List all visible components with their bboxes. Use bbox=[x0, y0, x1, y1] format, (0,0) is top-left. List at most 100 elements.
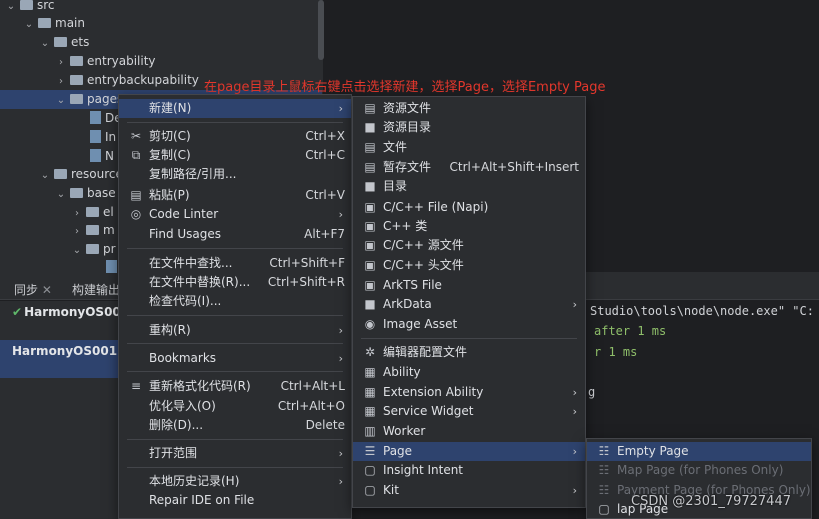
tree-item-media[interactable]: › m bbox=[70, 221, 115, 240]
menu-label: Empty Page bbox=[617, 444, 689, 458]
tree-scrollbar[interactable] bbox=[318, 0, 324, 60]
chevron-down-icon: ⌄ bbox=[6, 1, 16, 12]
menu-item-optimize-imports[interactable]: 优化导入(O) Ctrl+Alt+O bbox=[119, 397, 351, 416]
menu-item-replace-in-files[interactable]: 在文件中替换(R)... Ctrl+Shift+R bbox=[119, 273, 351, 292]
ability-icon: ▦ bbox=[364, 365, 376, 379]
menu-item-page[interactable]: ☰ Page › bbox=[353, 442, 585, 461]
menu-item-editorconfig[interactable]: ✲ 编辑器配置文件 bbox=[353, 343, 585, 362]
menu-item-empty-page[interactable]: ☷ Empty Page bbox=[587, 442, 811, 461]
menu-item-arkdata[interactable]: ■ ArkData › bbox=[353, 295, 585, 314]
tree-item-element[interactable]: › el bbox=[70, 203, 114, 222]
tab-label: 同步 bbox=[14, 283, 39, 297]
menu-item-code-linter[interactable]: ◎ Code Linter › bbox=[119, 205, 351, 224]
menu-item-reformat-code[interactable]: ≡ 重新格式化代码(R) Ctrl+Alt+L bbox=[119, 377, 351, 396]
tree-item-base[interactable]: ⌄ base bbox=[54, 184, 116, 203]
menu-label: Extension Ability bbox=[383, 385, 484, 399]
menu-item-inspect-code[interactable]: 检查代码(I)... bbox=[119, 292, 351, 311]
check-icon: ✔ bbox=[12, 305, 23, 319]
menu-item-worker[interactable]: ▥ Worker bbox=[353, 422, 585, 441]
menu-item-find-in-files[interactable]: 在文件中查找... Ctrl+Shift+F bbox=[119, 254, 351, 273]
menu-shortcut: Alt+F7 bbox=[304, 227, 345, 241]
page-template-icon: ☷ bbox=[598, 483, 610, 497]
menu-item-insight-intent[interactable]: ▢ Insight Intent bbox=[353, 461, 585, 480]
menu-item-new[interactable]: 新建(N) › bbox=[119, 99, 351, 118]
menu-item-kit[interactable]: ▢ Kit › bbox=[353, 481, 585, 500]
menu-item-scratch-file[interactable]: ▤ 暂存文件 Ctrl+Alt+Shift+Insert bbox=[353, 158, 585, 177]
tree-item-src[interactable]: ⌄ src bbox=[4, 0, 55, 15]
menu-item-cpp-source[interactable]: ▣ C/C++ 源文件 bbox=[353, 236, 585, 255]
menu-item-file[interactable]: ▤ 文件 bbox=[353, 138, 585, 157]
extension-icon: ▦ bbox=[364, 385, 376, 399]
menu-item-ability[interactable]: ▦ Ability bbox=[353, 363, 585, 382]
menu-item-refactor[interactable]: 重构(R) › bbox=[119, 321, 351, 340]
annotation-text: 在page目录上鼠标右键点击选择新建，选择Page，选择Empty Page bbox=[204, 80, 606, 95]
chevron-right-icon: › bbox=[338, 324, 343, 337]
kit-icon: ▢ bbox=[364, 483, 376, 497]
tab-build-output[interactable]: 构建输出 bbox=[72, 281, 120, 298]
menu-item-copy[interactable]: ⧉ 复制(C) Ctrl+C bbox=[119, 146, 351, 165]
menu-label: 复制(C) bbox=[149, 148, 191, 162]
menu-shortcut: Ctrl+Shift+R bbox=[267, 275, 345, 289]
menu-item-cut[interactable]: ✂ 剪切(C) Ctrl+X bbox=[119, 127, 351, 146]
copy-icon: ⧉ bbox=[131, 148, 141, 162]
menu-item-map-page[interactable]: ☷ Map Page (for Phones Only) bbox=[587, 461, 811, 480]
tree-item-file[interactable]: In bbox=[90, 128, 116, 147]
tree-item-label: N bbox=[105, 149, 114, 163]
menu-item-directory[interactable]: ■ 目录 bbox=[353, 177, 585, 196]
menu-item-arkts-file[interactable]: ▣ ArkTS File bbox=[353, 276, 585, 295]
menu-item-image-asset[interactable]: ◉ Image Asset bbox=[353, 315, 585, 334]
menu-label: Bookmarks bbox=[149, 351, 217, 365]
tab-sync[interactable]: 同步 ✕ bbox=[14, 281, 52, 298]
menu-item-resource-file[interactable]: ▤ 资源文件 bbox=[353, 99, 585, 118]
menu-label: 在文件中替换(R)... bbox=[149, 275, 251, 289]
tree-item-entrybackupability[interactable]: › entrybackupability bbox=[54, 71, 199, 90]
menu-item-cpp-napi[interactable]: ▣ C/C++ File (Napi) bbox=[353, 198, 585, 217]
menu-item-bookmarks[interactable]: Bookmarks › bbox=[119, 349, 351, 368]
folder-icon: ■ bbox=[364, 120, 376, 134]
menu-label: 目录 bbox=[383, 179, 408, 193]
folder-icon bbox=[70, 94, 83, 104]
folder-icon bbox=[86, 225, 99, 235]
menu-label: 粘贴(P) bbox=[149, 188, 190, 202]
run-item[interactable]: ✔HarmonyOS001 [O bbox=[0, 302, 118, 328]
menu-separator bbox=[127, 248, 343, 249]
menu-item-cpp-header[interactable]: ▣ C/C++ 头文件 bbox=[353, 256, 585, 275]
tree-item-main[interactable]: ⌄ main bbox=[22, 14, 85, 33]
menu-separator bbox=[127, 343, 343, 344]
menu-item-find-usages[interactable]: Find Usages Alt+F7 bbox=[119, 225, 351, 244]
menu-item-open-in[interactable]: 打开范围 › bbox=[119, 444, 351, 463]
menu-item-service-widget[interactable]: ▦ Service Widget › bbox=[353, 402, 585, 421]
menu-shortcut: Ctrl+X bbox=[305, 129, 345, 143]
chevron-right-icon: › bbox=[572, 405, 577, 418]
menu-item-paste[interactable]: ▤ 粘贴(P) Ctrl+V bbox=[119, 186, 351, 205]
menu-item-extension-ability[interactable]: ▦ Extension Ability › bbox=[353, 383, 585, 402]
menu-label: Insight Intent bbox=[383, 463, 464, 477]
tree-item-file[interactable]: N bbox=[90, 147, 114, 166]
menu-item-repair-ide[interactable]: Repair IDE on File bbox=[119, 491, 351, 510]
folder-icon bbox=[20, 0, 33, 10]
menu-item-copy-path[interactable]: 复制路径/引用... bbox=[119, 165, 351, 184]
menu-shortcut: Ctrl+Alt+O bbox=[277, 399, 345, 413]
menu-item-resource-dir[interactable]: ■ 资源目录 bbox=[353, 118, 585, 137]
tree-item-ets[interactable]: ⌄ ets bbox=[38, 33, 90, 52]
menu-shortcut: Ctrl+C bbox=[305, 148, 345, 162]
menu-item-cpp-class[interactable]: ▣ C++ 类 bbox=[353, 217, 585, 236]
tab-label: 构建输出 bbox=[72, 283, 121, 297]
menu-label: Find Usages bbox=[149, 227, 222, 241]
tree-item-label: pr bbox=[103, 242, 116, 256]
chevron-right-icon: › bbox=[338, 475, 343, 488]
menu-separator bbox=[361, 338, 577, 339]
folder-icon bbox=[70, 56, 83, 66]
run-item-selected[interactable]: HarmonyOS001 [b bbox=[0, 340, 118, 370]
file-icon: ▤ bbox=[364, 140, 376, 154]
chevron-down-icon: ⌄ bbox=[56, 189, 66, 200]
menu-item-delete[interactable]: 删除(D)... Delete bbox=[119, 416, 351, 435]
tree-item-entryability[interactable]: › entryability bbox=[54, 52, 156, 71]
tree-item-resources[interactable]: ⌄ resources bbox=[38, 165, 129, 184]
chevron-right-icon: › bbox=[59, 57, 63, 68]
tree-item-file[interactable]: De bbox=[90, 109, 122, 128]
menu-item-local-history[interactable]: 本地历史记录(H) › bbox=[119, 472, 351, 491]
close-icon[interactable]: ✕ bbox=[42, 283, 52, 297]
tree-item-profile[interactable]: ⌄ pr bbox=[70, 240, 116, 259]
page-template-icon: ▢ bbox=[598, 502, 610, 516]
